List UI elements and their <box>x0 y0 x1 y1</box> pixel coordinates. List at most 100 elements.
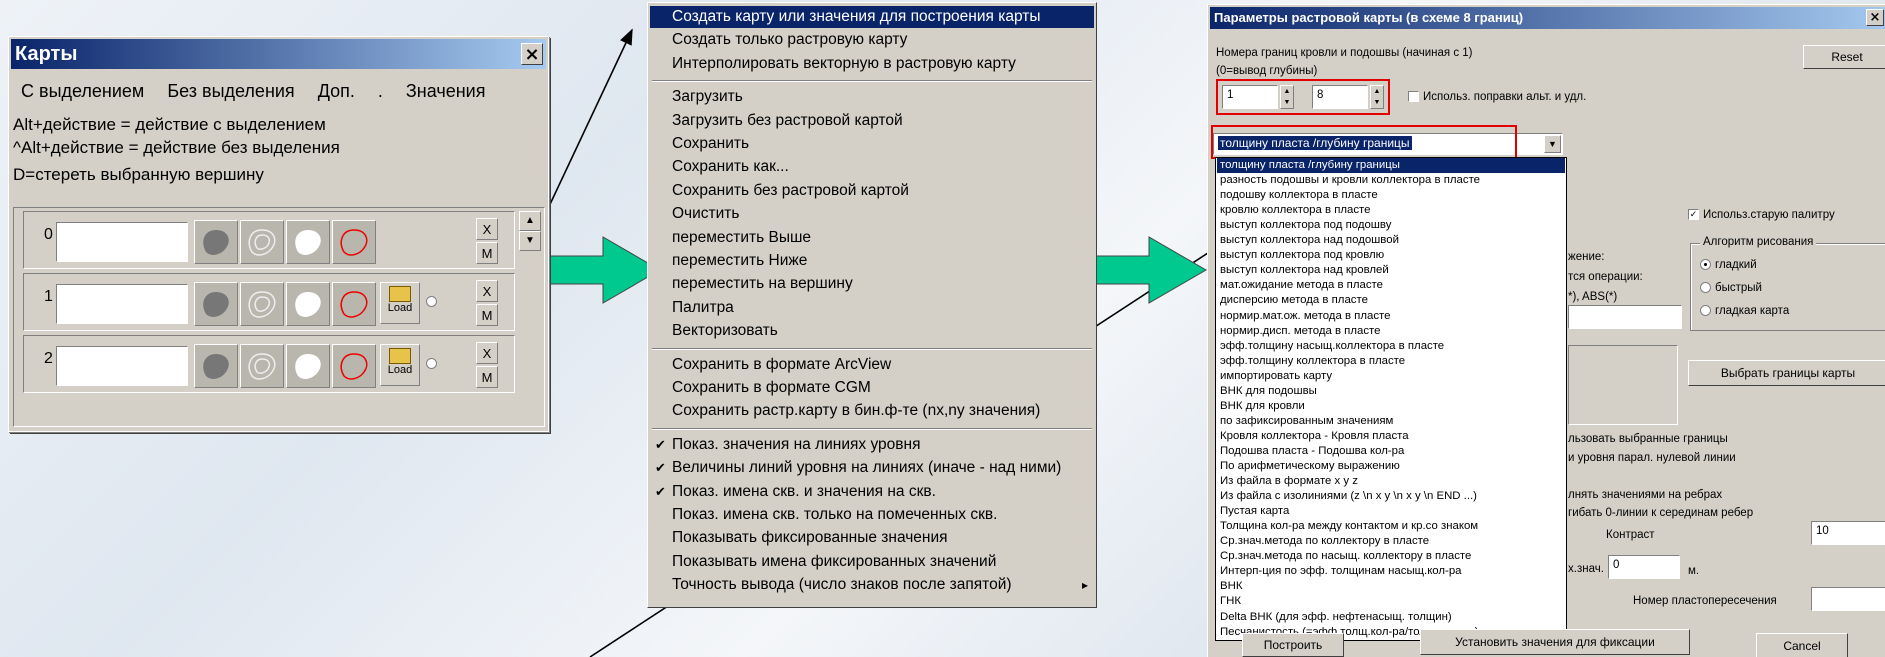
contour-blob-button[interactable] <box>240 282 284 326</box>
menu-item[interactable]: Сохранить <box>650 133 1094 155</box>
fix-values-button[interactable]: Установить значения для фиксации <box>1420 629 1690 655</box>
max-value-input[interactable]: 0 <box>1608 555 1680 579</box>
menu-item[interactable]: ✔ Величины линий уровня на линиях (иначе … <box>650 457 1094 479</box>
menu-item[interactable]: переместить на вершину <box>650 273 1094 295</box>
layer-name-field[interactable] <box>56 284 188 324</box>
row-delete-button[interactable]: X <box>476 280 498 302</box>
map-type-list[interactable]: толщину пласта /глубину границы разность … <box>1215 157 1567 641</box>
filled-blob-button[interactable] <box>194 220 238 264</box>
list-item[interactable]: Подошва пласта - Подошва кол-ра <box>1217 444 1565 459</box>
menu-item[interactable]: Векторизовать <box>650 320 1094 342</box>
dialog-close-button[interactable]: × <box>1866 9 1884 26</box>
bottom-spin-button[interactable]: ▲ ▼ <box>1370 85 1384 109</box>
menu-item[interactable]: Сохранить в формате CGM <box>650 377 1094 399</box>
list-item[interactable]: толщину пласта /глубину границы <box>1217 158 1565 173</box>
list-item[interactable]: дисперсию метода в пласте <box>1217 293 1565 308</box>
menu-item[interactable]: Палитра <box>650 297 1094 319</box>
row-m-button[interactable]: M <box>476 304 498 326</box>
list-item[interactable]: Из файла в формате x y z <box>1217 474 1565 489</box>
map-type-combo[interactable]: толщину пласта /глубину границы <box>1213 133 1563 155</box>
row-m-button[interactable]: M <box>476 242 498 264</box>
scroll-up-button[interactable]: ▲ <box>519 211 541 231</box>
contour-blob-button[interactable] <box>240 344 284 388</box>
menu-item[interactable]: Сохранить как... <box>650 156 1094 178</box>
list-item[interactable]: ВНК для кровли <box>1217 399 1565 414</box>
list-item[interactable]: кровлю коллектора в пласте <box>1217 203 1565 218</box>
algo-smooth-radio[interactable]: гладкий <box>1700 259 1757 271</box>
filled-blob-button[interactable] <box>194 282 238 326</box>
list-item[interactable]: Delta ВНК (для эфф. нефтенасыщ. толщин) <box>1217 610 1565 625</box>
intersection-input[interactable] <box>1811 587 1885 611</box>
list-item[interactable]: выступ коллектора над подошвой <box>1217 233 1565 248</box>
list-item[interactable]: по зафиксированным значениям <box>1217 414 1565 429</box>
top-boundary-input[interactable]: 1 <box>1222 85 1278 109</box>
build-button[interactable]: Построить <box>1242 633 1344 657</box>
menu-item[interactable]: ✔ Показ. имена скв. и значения на скв. <box>650 481 1094 503</box>
list-item[interactable]: выступ коллектора под кровлю <box>1217 248 1565 263</box>
list-item[interactable]: эфф.толщину насыщ.коллектора в пласте <box>1217 339 1565 354</box>
contrast-input[interactable]: 10 <box>1811 521 1885 545</box>
filled-blob-button[interactable] <box>194 344 238 388</box>
close-button[interactable]: × <box>521 43 543 65</box>
layer-row-1[interactable]: 1 Load X M <box>23 273 515 331</box>
list-item[interactable]: Из файла с изолиниями (z \n x y \n x y \… <box>1217 489 1565 504</box>
white-blob-button[interactable] <box>286 344 330 388</box>
list-item[interactable]: По арифметическому выражению <box>1217 459 1565 474</box>
contour-blob-button[interactable] <box>240 220 284 264</box>
load-button[interactable]: Load <box>380 282 420 324</box>
list-item[interactable]: импортировать карту <box>1217 369 1565 384</box>
menu-without-selection[interactable]: Без выделения <box>167 81 294 101</box>
list-item[interactable]: Кровля коллектора - Кровля пласта <box>1217 429 1565 444</box>
old-palette-checkbox[interactable]: ✓ Использ.старую палитру <box>1688 209 1835 221</box>
combo-dropdown-button[interactable]: ▼ <box>1544 135 1561 153</box>
row-delete-button[interactable]: X <box>476 218 498 240</box>
layer-row-2[interactable]: 2 Load X M <box>23 335 515 393</box>
menu-item[interactable]: Создать только растровую карту <box>650 29 1094 51</box>
row-radio[interactable] <box>426 358 437 369</box>
list-item[interactable]: Ср.знач.метода по насыщ. коллектору в пл… <box>1217 549 1565 564</box>
menu-item[interactable]: Сохранить растр.карту в бин.ф-те (nx,ny … <box>650 400 1094 422</box>
bottom-boundary-input[interactable]: 8 <box>1312 85 1368 109</box>
expression-input[interactable] <box>1568 305 1682 329</box>
list-item[interactable]: Ср.знач.метода по коллектору в пласте <box>1217 534 1565 549</box>
list-item[interactable]: подошву коллектора в пласте <box>1217 188 1565 203</box>
menu-item[interactable]: переместить Выше <box>650 227 1094 249</box>
list-item[interactable]: ВНК для подошвы <box>1217 384 1565 399</box>
list-item[interactable]: нормир.мат.ож. метода в пласте <box>1217 309 1565 324</box>
choose-bounds-button[interactable]: Выбрать границы карты <box>1688 360 1885 386</box>
menu-with-selection[interactable]: С выделением <box>21 81 144 101</box>
list-item[interactable]: мат.ожидание метода в пласте <box>1217 278 1565 293</box>
alt-correction-checkbox[interactable]: Использ. поправки альт. и удл. <box>1408 91 1586 103</box>
list-item[interactable]: разность подошвы и кровли коллектора в п… <box>1217 173 1565 188</box>
menu-values[interactable]: Значения <box>406 81 486 101</box>
red-outline-button[interactable] <box>332 282 376 326</box>
row-delete-button[interactable]: X <box>476 342 498 364</box>
red-outline-button[interactable] <box>332 220 376 264</box>
menu-dot[interactable]: . <box>378 81 383 101</box>
menu-item[interactable]: Показ. имена скв. только на помеченных с… <box>650 504 1094 526</box>
row-m-button[interactable]: M <box>476 366 498 388</box>
menu-item[interactable]: Сохранить в формате ArcView <box>650 354 1094 376</box>
menu-item[interactable]: Загрузить <box>650 86 1094 108</box>
menu-item[interactable]: Показывать имена фиксированных значений <box>650 551 1094 573</box>
menu-item[interactable]: переместить Ниже <box>650 250 1094 272</box>
cancel-button[interactable]: Cancel <box>1756 633 1848 657</box>
list-item[interactable]: нормир.дисп. метода в пласте <box>1217 324 1565 339</box>
row-radio[interactable] <box>426 296 437 307</box>
red-outline-button[interactable] <box>332 344 376 388</box>
menu-extra[interactable]: Доп. <box>318 81 355 101</box>
menu-item[interactable]: Точность вывода (число знаков после запя… <box>650 574 1094 596</box>
white-blob-button[interactable] <box>286 220 330 264</box>
layer-name-field[interactable] <box>56 222 188 262</box>
menu-item[interactable]: Очистить <box>650 203 1094 225</box>
algo-smooth-map-radio[interactable]: гладкая карта <box>1700 305 1789 317</box>
algo-fast-radio[interactable]: быстрый <box>1700 282 1762 294</box>
menu-item[interactable]: ✔ Показ. значения на линиях уровня <box>650 434 1094 456</box>
menu-item[interactable]: Загрузить без растровой картой <box>650 110 1094 132</box>
list-item[interactable]: ВНК <box>1217 579 1565 594</box>
list-item[interactable]: выступ коллектора под подошву <box>1217 218 1565 233</box>
layer-name-field[interactable] <box>56 346 188 386</box>
layer-row-0[interactable]: 0 X M <box>23 211 515 269</box>
list-item[interactable]: эфф.толщину коллектора в пласте <box>1217 354 1565 369</box>
menu-item[interactable]: Создать карту или значения для построени… <box>650 6 1094 28</box>
